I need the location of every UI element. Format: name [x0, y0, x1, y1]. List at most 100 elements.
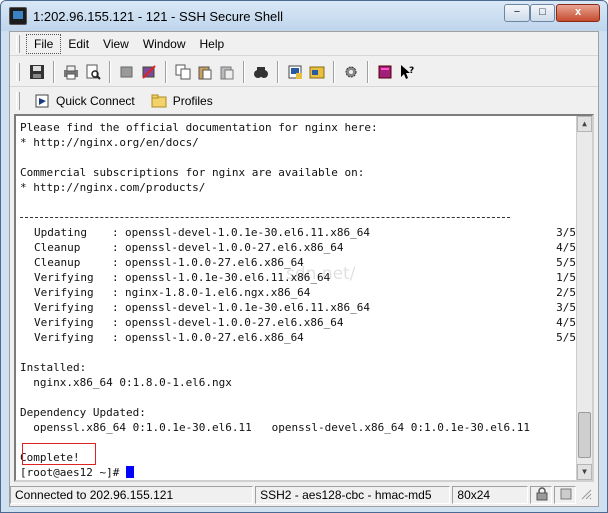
watermark-text: sdn.net/: [286, 264, 356, 284]
transaction-row: Verifying: openssl-1.0.0-27.el6.x86_64 5/5: [20, 330, 576, 345]
print-icon[interactable]: [60, 61, 82, 83]
window-title: 1:202.96.155.121 - 121 - SSH Secure Shel…: [33, 9, 284, 24]
menu-bar: File Edit View Window Help: [10, 32, 598, 56]
menu-help[interactable]: Help: [193, 35, 232, 53]
transaction-row: Verifying: openssl-devel-1.0.0-27.el6.x86…: [20, 315, 576, 330]
print-preview-icon[interactable]: [82, 61, 104, 83]
new-terminal-icon[interactable]: [284, 61, 306, 83]
transaction-count: 4/5: [556, 316, 576, 329]
toolbar: ?: [10, 57, 598, 87]
svg-text:?: ?: [409, 66, 414, 76]
copy-icon[interactable]: [172, 61, 194, 83]
dependency-packages: openssl.x86_64 0:1.0.1e-30.el6.11 openss…: [20, 421, 530, 434]
transaction-package: openssl-1.0.0-27.el6.x86_64: [125, 331, 304, 344]
close-button[interactable]: x: [556, 4, 600, 22]
activity-icon: [554, 486, 577, 504]
status-bar: Connected to 202.96.155.121 SSH2 - aes12…: [10, 484, 598, 506]
toolbar-separator: [165, 60, 167, 83]
transaction-package: openssl-devel-1.0.0-27.el6.x86_64: [125, 241, 344, 254]
transaction-action: Verifying: [34, 271, 94, 284]
quick-connect-button[interactable]: Quick Connect: [28, 92, 141, 110]
resize-grip[interactable]: [578, 486, 598, 504]
transaction-colon: :: [112, 241, 119, 254]
complete-highlight-box: [22, 443, 96, 465]
quickbar-grip[interactable]: [16, 92, 20, 110]
terminal-line: * http://nginx.com/products/: [20, 181, 206, 194]
help-book-icon[interactable]: [374, 61, 396, 83]
quick-connect-icon: [34, 94, 50, 108]
transaction-count: 3/5: [556, 226, 576, 239]
terminal-size: 80x24: [452, 486, 529, 504]
shell-prompt-line[interactable]: [root@aes12 ~]#: [20, 465, 576, 480]
title-bar[interactable]: 1:202.96.155.121 - 121 - SSH Secure Shel…: [1, 1, 607, 31]
transaction-row: Verifying: openssl-devel-1.0.1e-30.el6.11…: [20, 300, 576, 315]
menu-window[interactable]: Window: [136, 35, 193, 53]
shell-prompt: [root@aes12 ~]#: [20, 466, 126, 479]
toolbar-separator: [243, 60, 245, 83]
transaction-count: 3/5: [556, 301, 576, 314]
maximize-button[interactable]: □: [530, 4, 555, 22]
toolbar-separator: [277, 60, 279, 83]
settings-icon[interactable]: [340, 61, 362, 83]
transaction-action: Verifying: [34, 331, 94, 344]
dependency-header: Dependency Updated:: [20, 406, 146, 419]
transaction-count: 5/5: [556, 331, 576, 344]
transaction-colon: :: [112, 301, 119, 314]
toolbar-separator: [53, 60, 55, 83]
menu-file[interactable]: File: [26, 33, 62, 54]
transaction-action: Verifying: [34, 301, 94, 314]
transaction-colon: :: [112, 316, 119, 329]
scroll-down-arrow[interactable]: ▼: [577, 464, 592, 480]
transaction-row: Verifying: nginx-1.8.0-1.el6.ngx.x86_64 2/…: [20, 285, 576, 300]
paste-icon[interactable]: [194, 61, 216, 83]
dashed-separator: [20, 210, 576, 225]
scroll-thumb[interactable]: [578, 412, 591, 458]
quick-connect-label: Quick Connect: [56, 94, 135, 108]
transaction-package: openssl-1.0.0-27.el6.x86_64: [125, 256, 304, 269]
profiles-button[interactable]: Profiles: [145, 92, 219, 110]
quick-connect-bar: Quick Connect Profiles: [10, 88, 598, 114]
terminal-scrollbar[interactable]: ▲ ▼: [576, 116, 592, 480]
paste-special-icon[interactable]: [216, 61, 238, 83]
minimize-button[interactable]: −: [504, 4, 530, 22]
installed-package: nginx.x86_64 0:1.8.0-1.el6.ngx: [20, 376, 232, 389]
scroll-up-arrow[interactable]: ▲: [577, 116, 592, 132]
installed-header: Installed:: [20, 361, 87, 374]
connect-icon[interactable]: [138, 61, 160, 83]
transaction-colon: :: [112, 271, 119, 284]
transaction-count: 1/5: [556, 271, 576, 284]
disconnect-icon[interactable]: [116, 61, 138, 83]
file-transfer-icon[interactable]: [306, 61, 328, 83]
terminal-line: Please find the official documentation f…: [20, 121, 378, 134]
menubar-grip[interactable]: [16, 34, 20, 53]
terminal-line: Commercial subscriptions for nginx are a…: [20, 166, 365, 179]
menu-edit[interactable]: Edit: [61, 35, 96, 53]
toolbar-separator: [333, 60, 335, 83]
transaction-action: Cleanup: [34, 241, 81, 254]
transaction-colon: :: [112, 286, 119, 299]
terminal-output[interactable]: Please find the official documentation f…: [14, 114, 594, 482]
transaction-count: 2/5: [556, 286, 576, 299]
transaction-row: Cleanup: openssl-devel-1.0.0-27.el6.x86_6…: [20, 240, 576, 255]
profiles-label: Profiles: [172, 94, 213, 108]
encryption-status: SSH2 - aes128-cbc - hmac-md5: [255, 486, 451, 504]
menu-view[interactable]: View: [96, 35, 136, 53]
context-help-icon[interactable]: ?: [396, 61, 418, 83]
lock-icon: [530, 486, 553, 504]
save-icon[interactable]: [26, 61, 48, 83]
find-icon[interactable]: [250, 61, 272, 83]
transaction-package: openssl-devel-1.0.1e-30.el6.11.x86_64: [125, 226, 371, 239]
transaction-action: Verifying: [34, 286, 94, 299]
complete-message: Complete!: [20, 451, 80, 464]
transaction-colon: :: [112, 226, 119, 239]
transaction-action: Verifying: [34, 316, 94, 329]
transaction-row: Updating: openssl-devel-1.0.1e-30.el6.11.…: [20, 225, 576, 240]
client-area: File Edit View Window Help ? Quick Conne…: [9, 31, 599, 507]
folder-icon: [151, 94, 167, 108]
toolbar-grip[interactable]: [16, 62, 20, 81]
